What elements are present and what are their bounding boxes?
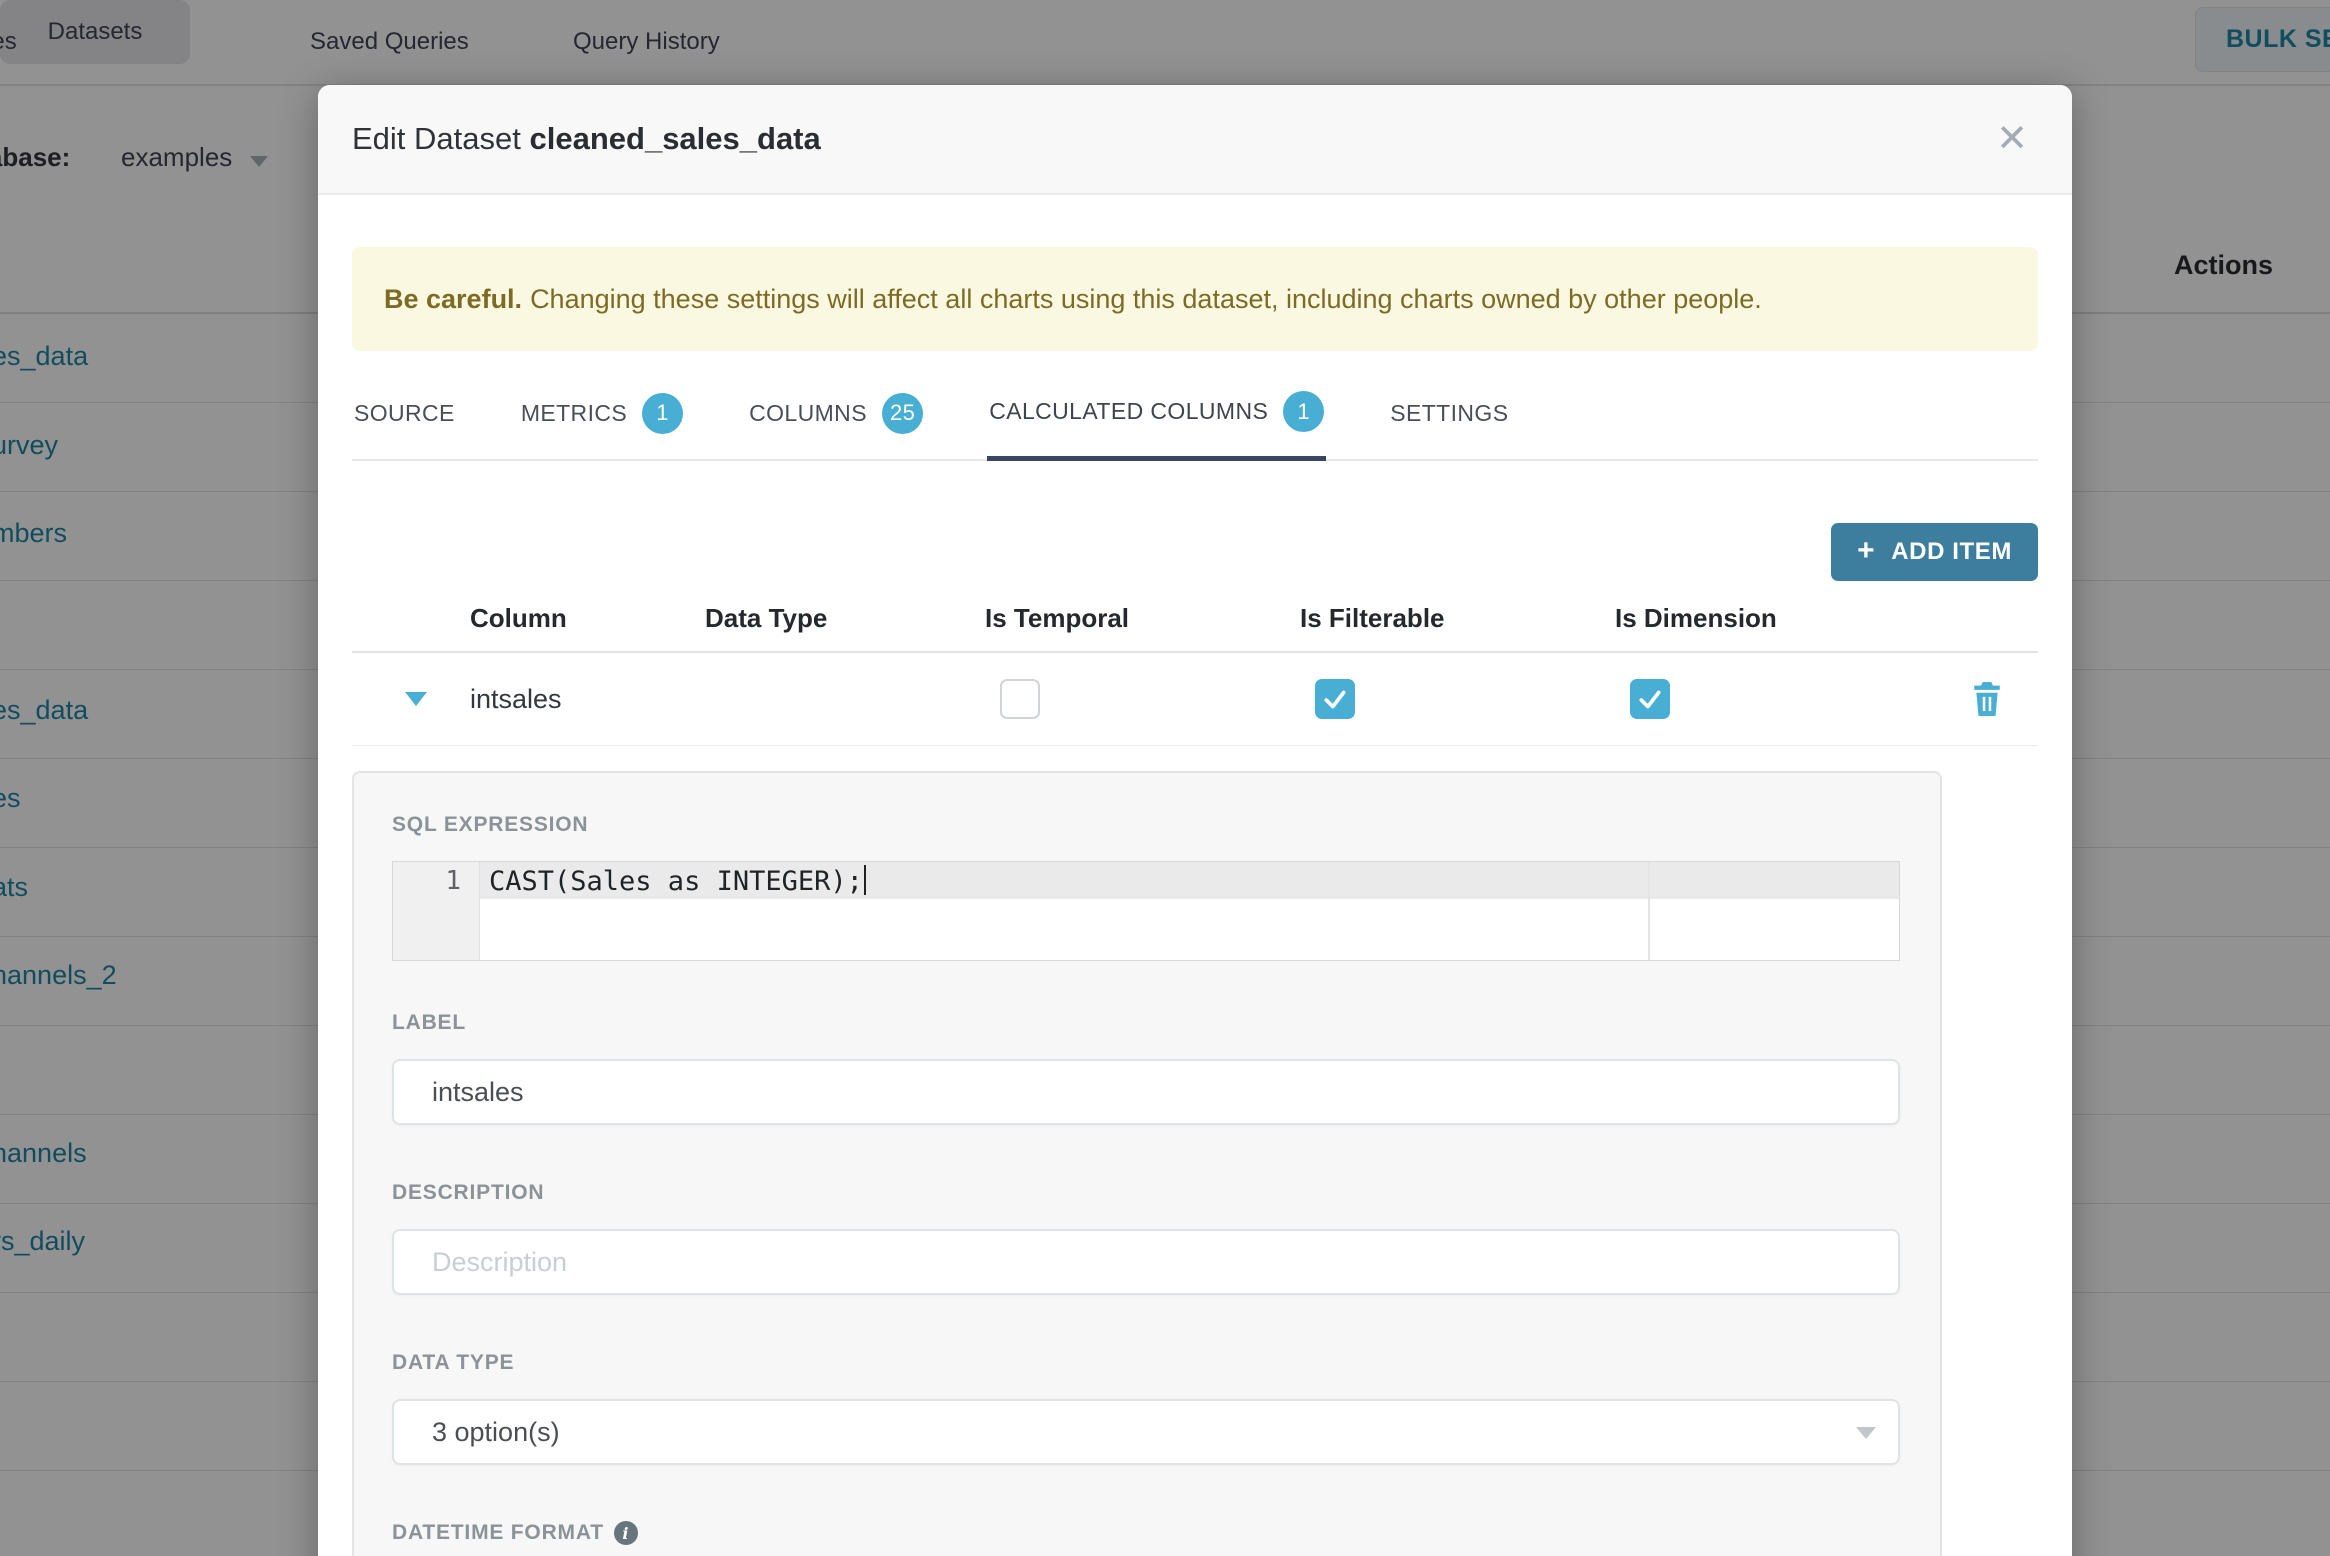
label-label: LABEL — [392, 1011, 466, 1034]
modal-title-prefix: Edit Dataset — [352, 121, 521, 156]
modal-header: Edit Dataset cleaned_sales_data ✕ — [318, 85, 2072, 195]
delete-trash-icon[interactable] — [1970, 680, 2004, 718]
chevron-down-icon — [1856, 1427, 1876, 1439]
text-cursor — [863, 865, 866, 895]
tab-source[interactable]: SOURCE — [352, 377, 457, 459]
tab-columns[interactable]: COLUMNS 25 — [747, 377, 925, 459]
calculated-columns-header-row: Column Data Type Is Temporal Is Filterab… — [352, 593, 2038, 653]
is-dimension-header: Is Dimension — [1615, 602, 1777, 633]
data-type-label: DATA TYPE — [392, 1351, 515, 1374]
tab-metrics[interactable]: METRICS 1 — [519, 377, 685, 459]
edit-dataset-modal: Edit Dataset cleaned_sales_data ✕ Be car… — [318, 85, 2072, 1556]
tab-settings-label: SETTINGS — [1390, 399, 1509, 426]
calculated-columns-count-badge: 1 — [1283, 391, 1325, 432]
tab-calculated-columns-label: CALCULATED COLUMNS — [989, 398, 1269, 424]
modal-title-dataset-name: cleaned_sales_data — [529, 121, 821, 156]
is-filterable-checkbox[interactable] — [1315, 679, 1355, 719]
editor-print-margin — [1648, 862, 1650, 960]
columns-count-badge: 25 — [881, 392, 924, 434]
tab-calculated-columns[interactable]: CALCULATED COLUMNS 1 — [987, 377, 1327, 461]
sql-expression-code: CAST(Sales as INTEGER); — [489, 865, 866, 897]
check-icon — [1639, 690, 1661, 709]
is-temporal-header: Is Temporal — [985, 602, 1130, 633]
calculated-column-detail-panel: SQL EXPRESSION 1 CAST(Sales as INTEGER);… — [352, 771, 1942, 1556]
tab-source-label: SOURCE — [354, 399, 455, 426]
metrics-count-badge: 1 — [642, 392, 684, 434]
add-item-label: ADD ITEM — [1891, 538, 2012, 565]
is-temporal-checkbox[interactable] — [1000, 679, 1040, 719]
label-input[interactable] — [392, 1059, 1900, 1125]
sql-expression-label: SQL EXPRESSION — [392, 813, 589, 836]
close-icon[interactable]: ✕ — [1986, 116, 2038, 162]
data-type-header: Data Type — [705, 602, 828, 633]
calculated-column-row: intsales — [352, 653, 2038, 746]
description-input[interactable] — [392, 1229, 1900, 1295]
datetime-format-label: DATETIME FORMAT i — [392, 1521, 1902, 1545]
sql-expression-editor[interactable]: 1 CAST(Sales as INTEGER); — [392, 861, 1900, 961]
plus-icon: + — [1857, 533, 1876, 567]
is-filterable-header: Is Filterable — [1300, 602, 1445, 633]
editor-line-number: 1 — [445, 866, 461, 896]
data-type-selected-value: 3 option(s) — [432, 1416, 560, 1447]
data-type-select[interactable]: 3 option(s) — [392, 1399, 1900, 1465]
page: Databases Datasets Saved Queries Query H… — [0, 0, 2330, 1556]
info-icon[interactable]: i — [613, 1521, 638, 1545]
warning-banner-bold: Be careful. — [384, 283, 523, 314]
column-header: Column — [470, 602, 567, 633]
tab-settings[interactable]: SETTINGS — [1388, 377, 1510, 459]
is-dimension-checkbox[interactable] — [1630, 679, 1670, 719]
sql-code-text: CAST(Sales as INTEGER); — [489, 866, 863, 897]
datetime-format-label-text: DATETIME FORMAT — [392, 1521, 604, 1544]
check-icon — [1324, 690, 1346, 709]
tab-columns-label: COLUMNS — [749, 399, 867, 426]
collapse-caret-icon[interactable] — [405, 692, 427, 706]
warning-banner: Be careful. Changing these settings will… — [352, 247, 2038, 351]
description-label: DESCRIPTION — [392, 1181, 545, 1204]
add-item-button[interactable]: + ADD ITEM — [1831, 523, 2038, 581]
warning-banner-text: Changing these settings will affect all … — [530, 283, 1762, 314]
calculated-column-name: intsales — [470, 683, 562, 714]
tab-metrics-label: METRICS — [520, 399, 628, 426]
modal-title: Edit Dataset cleaned_sales_data — [352, 121, 821, 157]
modal-tabs: SOURCE METRICS 1 COLUMNS 25 CALCULATED C… — [352, 377, 2038, 461]
modal-body: Be careful. Changing these settings will… — [318, 247, 2072, 1556]
editor-gutter: 1 — [393, 862, 480, 960]
